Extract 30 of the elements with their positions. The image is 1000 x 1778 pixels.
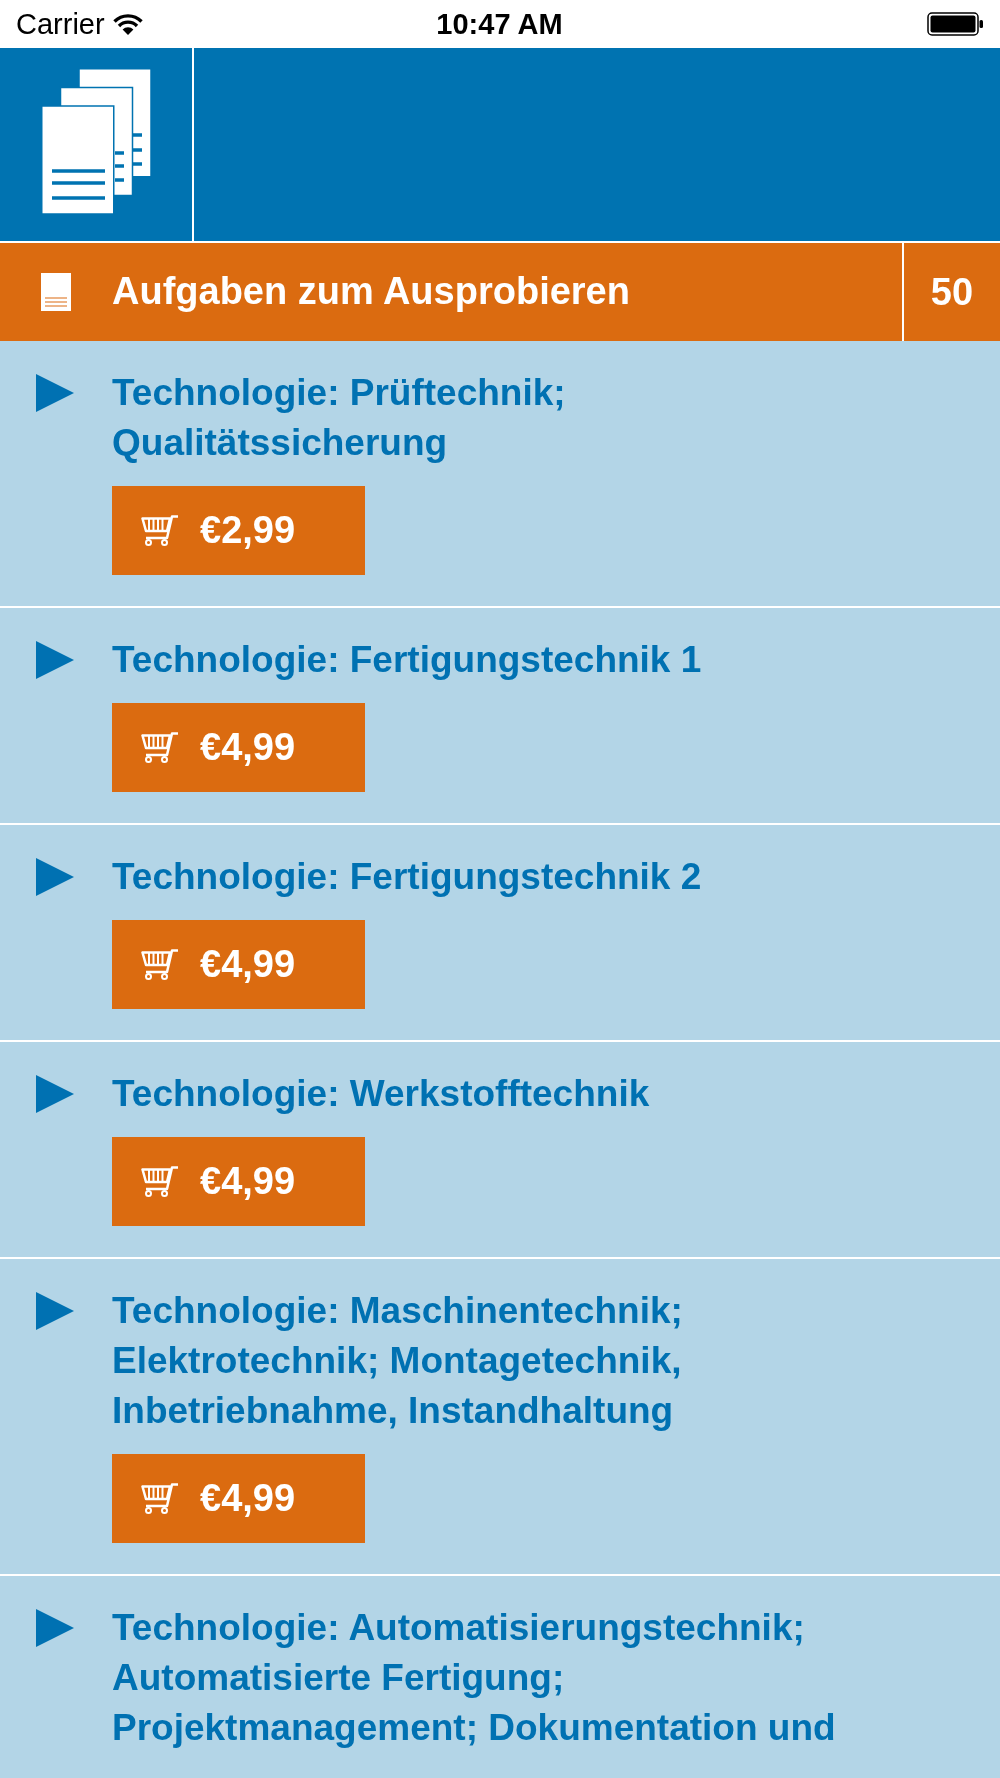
price-button[interactable]: €4,99 bbox=[112, 1137, 365, 1226]
section-bar[interactable]: Aufgaben zum Ausprobieren 50 bbox=[0, 243, 1000, 341]
section-title: Aufgaben zum Ausprobieren bbox=[112, 269, 630, 315]
price-button[interactable]: €4,99 bbox=[112, 703, 365, 792]
stacked-documents-icon bbox=[41, 68, 152, 215]
item-title[interactable]: Technologie: Maschinentechnik; Elektrotechnik; Montagetechnik, Inbetriebnahme, Instandhaltung bbox=[112, 1286, 902, 1436]
triangle-icon[interactable] bbox=[36, 374, 74, 412]
triangle-icon[interactable] bbox=[36, 1075, 74, 1113]
cart-icon bbox=[141, 732, 179, 763]
item-title[interactable]: Technologie: Fertigungstechnik 2 bbox=[112, 852, 902, 902]
cart-icon bbox=[141, 1166, 179, 1197]
item-title[interactable]: Technologie: Prüftechnik; Qualitätssicherung bbox=[112, 368, 902, 468]
triangle-icon[interactable] bbox=[36, 1292, 74, 1330]
triangle-icon[interactable] bbox=[36, 641, 74, 679]
clock-time: 10:47 AM bbox=[436, 9, 563, 39]
item-title[interactable]: Technologie: Automatisierungstechnik; Automatisierte Fertigung; Projektmanagement; Dokumentation und bbox=[112, 1603, 902, 1753]
cart-icon bbox=[141, 515, 179, 546]
wifi-icon bbox=[112, 13, 143, 35]
price-button[interactable]: €4,99 bbox=[112, 1454, 365, 1543]
carrier-label: Carrier bbox=[16, 9, 105, 39]
price-button[interactable]: €4,99 bbox=[112, 920, 365, 1009]
triangle-icon[interactable] bbox=[36, 1609, 74, 1647]
item-title[interactable]: Technologie: Werkstofftechnik bbox=[112, 1069, 902, 1119]
item-title[interactable]: Technologie: Fertigungstechnik 1 bbox=[112, 635, 902, 685]
price-button[interactable]: €2,99 bbox=[112, 486, 365, 575]
cart-icon bbox=[141, 1483, 179, 1514]
battery-icon bbox=[927, 12, 983, 36]
triangle-icon[interactable] bbox=[36, 858, 74, 896]
document-icon bbox=[41, 273, 71, 311]
cart-icon bbox=[141, 949, 179, 980]
